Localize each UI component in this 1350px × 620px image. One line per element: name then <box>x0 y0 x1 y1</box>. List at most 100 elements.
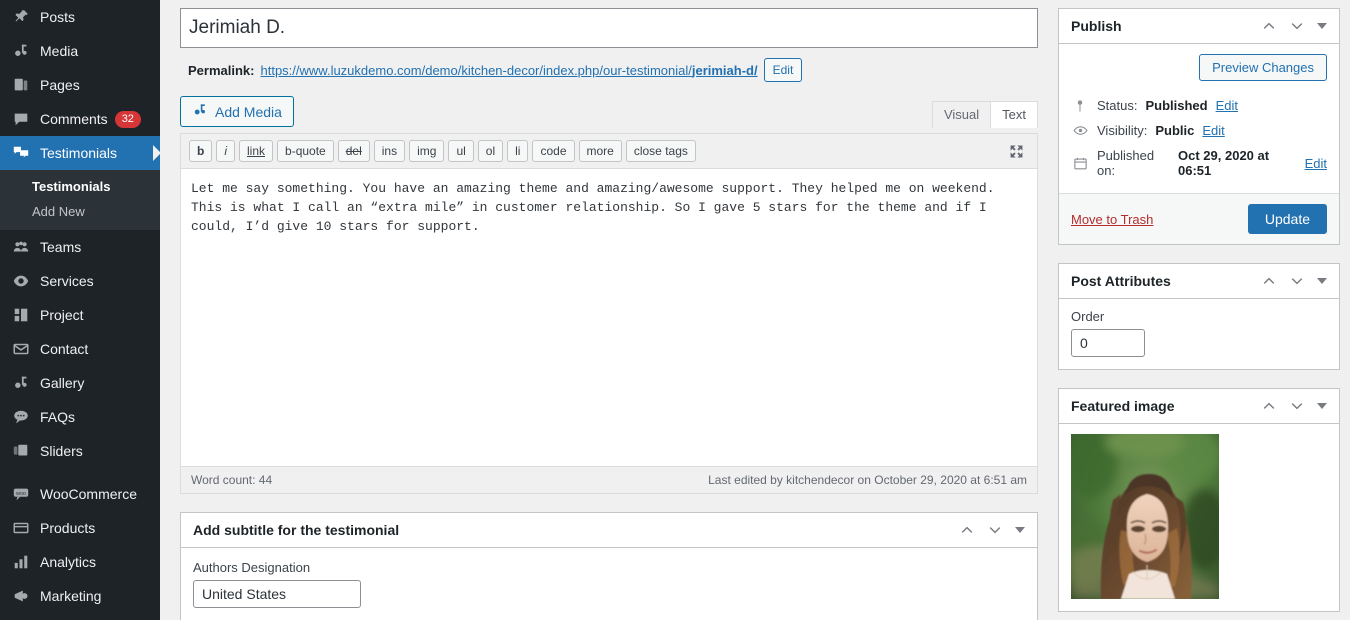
quicktag-ul[interactable]: ul <box>448 140 474 162</box>
sidebar-item-gallery[interactable]: Gallery <box>0 366 160 400</box>
permalink-edit-button[interactable]: Edit <box>763 58 803 82</box>
sidebar-item-marketing[interactable]: Marketing <box>0 579 160 613</box>
quicktag-ins[interactable]: ins <box>373 140 406 162</box>
sidebar-item-sliders[interactable]: Sliders <box>0 434 160 468</box>
toggle-panel-icon[interactable] <box>1015 527 1025 533</box>
fullscreen-icon[interactable] <box>1008 143 1029 160</box>
move-up-icon[interactable] <box>1261 273 1277 289</box>
quicktag-code[interactable]: code <box>532 140 575 162</box>
tab-text[interactable]: Text <box>990 101 1038 128</box>
move-down-icon[interactable] <box>1289 398 1305 414</box>
sidebar-item-pages[interactable]: Pages <box>0 68 160 102</box>
quicktag-ol[interactable]: ol <box>477 140 504 162</box>
sidebar-item-woocommerce[interactable]: woo WooCommerce <box>0 477 160 511</box>
sidebar-item-label: Contact <box>40 341 89 357</box>
visibility-label: Visibility: <box>1097 123 1148 138</box>
sidebar-item-products[interactable]: Products <box>0 511 160 545</box>
sidebar-panels-column: Publish Preview Changes Status: Publishe… <box>1058 8 1340 620</box>
preview-changes-button[interactable]: Preview Changes <box>1199 54 1327 81</box>
quicktag-more[interactable]: more <box>578 140 622 162</box>
sidebar-item-testimonials[interactable]: Testimonials <box>0 136 160 170</box>
analytics-icon <box>11 552 31 572</box>
move-up-icon[interactable] <box>1261 18 1277 34</box>
featured-image-body <box>1059 424 1339 611</box>
submenu-item-testimonials[interactable]: Testimonials <box>0 174 160 199</box>
toggle-panel-icon[interactable] <box>1317 23 1327 29</box>
toggle-panel-icon[interactable] <box>1317 278 1327 284</box>
sidebar-item-contact[interactable]: Contact <box>0 332 160 366</box>
sidebar-item-services[interactable]: Services <box>0 264 160 298</box>
subtitle-metabox-title: Add subtitle for the testimonial <box>193 522 400 538</box>
quicktag-close-tags[interactable]: close tags <box>625 140 696 162</box>
visibility-edit-link[interactable]: Edit <box>1202 123 1224 138</box>
sidebar-item-comments[interactable]: Comments 32 <box>0 102 160 136</box>
quicktag-li[interactable]: li <box>507 140 529 162</box>
admin-sidebar: Posts Media Pages Comments 32 Testimonia… <box>0 0 160 620</box>
update-button[interactable]: Update <box>1247 204 1327 234</box>
submenu-item-add-new[interactable]: Add New <box>0 199 160 224</box>
published-value: Oct 29, 2020 at 06:51 <box>1178 148 1270 178</box>
envelope-icon <box>11 339 31 359</box>
featured-image-thumbnail[interactable] <box>1071 434 1219 599</box>
published-edit-link[interactable]: Edit <box>1305 156 1327 171</box>
publish-panel: Publish Preview Changes Status: Publishe… <box>1058 8 1340 245</box>
sidebar-item-label: Pages <box>40 77 80 93</box>
status-row: Status: Published Edit <box>1071 93 1327 118</box>
sidebar-item-teams[interactable]: Teams <box>0 230 160 264</box>
subtitle-metabox: Add subtitle for the testimonial Authors… <box>180 512 1038 620</box>
permalink-url[interactable]: https://www.luzukdemo.com/demo/kitchen-d… <box>260 63 757 78</box>
editor-area: Add Media Visual Text b i link b-quote d… <box>180 96 1038 494</box>
quicktag-i[interactable]: i <box>216 140 236 162</box>
move-to-trash-link[interactable]: Move to Trash <box>1071 212 1153 227</box>
quicktag-b-quote[interactable]: b-quote <box>277 140 334 162</box>
permalink-row: Permalink: https://www.luzukdemo.com/dem… <box>188 58 1038 82</box>
tab-visual[interactable]: Visual <box>931 101 992 128</box>
sidebar-item-posts[interactable]: Posts <box>0 0 160 34</box>
authors-designation-label: Authors Designation <box>193 560 311 575</box>
permalink-label: Permalink: <box>188 62 255 78</box>
authors-designation-input[interactable] <box>193 580 361 608</box>
sidebar-item-faqs[interactable]: FAQs <box>0 400 160 434</box>
status-value: Published <box>1145 98 1208 113</box>
quicktag-b[interactable]: b <box>189 140 213 162</box>
sidebar-item-media[interactable]: Media <box>0 34 160 68</box>
editor-column: Permalink: https://www.luzukdemo.com/dem… <box>180 8 1038 620</box>
teams-icon <box>11 237 31 257</box>
pin-status-icon <box>1071 99 1089 113</box>
add-media-button[interactable]: Add Media <box>180 96 294 127</box>
post-content-textarea[interactable]: Let me say something. You have an amazin… <box>181 169 1037 466</box>
comments-count-badge: 32 <box>114 110 141 128</box>
publish-actions: Move to Trash Update <box>1059 193 1339 244</box>
sidebar-item-label: Media <box>40 43 79 59</box>
order-input[interactable] <box>1071 329 1145 357</box>
quicktag-link[interactable]: link <box>239 140 274 162</box>
sidebar-item-analytics[interactable]: Analytics <box>0 545 160 579</box>
visibility-row: Visibility: Public Edit <box>1071 118 1327 143</box>
move-up-icon[interactable] <box>1261 398 1277 414</box>
media-icon <box>11 41 31 61</box>
editor-mode-tabs: Visual Text <box>931 100 1038 128</box>
woocommerce-icon: woo <box>11 484 31 504</box>
quicktag-del[interactable]: del <box>337 140 370 162</box>
sidebar-item-label: Marketing <box>40 588 102 604</box>
post-title-input[interactable] <box>180 8 1038 48</box>
sidebar-item-project[interactable]: Project <box>0 298 160 332</box>
sidebar-item-label: Sliders <box>40 443 83 459</box>
add-media-label: Add Media <box>215 103 282 120</box>
post-title-area <box>180 8 1038 48</box>
status-edit-link[interactable]: Edit <box>1216 98 1238 113</box>
quicktags-toolbar: b i link b-quote del ins img ul ol li co… <box>181 134 1037 169</box>
subtitle-metabox-header: Add subtitle for the testimonial <box>181 513 1037 548</box>
last-edited: Last edited by kitchendecor on October 2… <box>708 473 1027 487</box>
move-down-icon[interactable] <box>987 522 1003 538</box>
sidebar-item-label: Services <box>40 273 94 289</box>
move-down-icon[interactable] <box>1289 273 1305 289</box>
eye-icon <box>1071 123 1089 138</box>
word-count: Word count: 44 <box>191 473 273 487</box>
sidebar-item-label: WooCommerce <box>40 486 137 502</box>
move-up-icon[interactable] <box>959 522 975 538</box>
toggle-panel-icon[interactable] <box>1317 403 1327 409</box>
portrait-photo <box>1071 434 1219 599</box>
move-down-icon[interactable] <box>1289 18 1305 34</box>
quicktag-img[interactable]: img <box>409 140 445 162</box>
